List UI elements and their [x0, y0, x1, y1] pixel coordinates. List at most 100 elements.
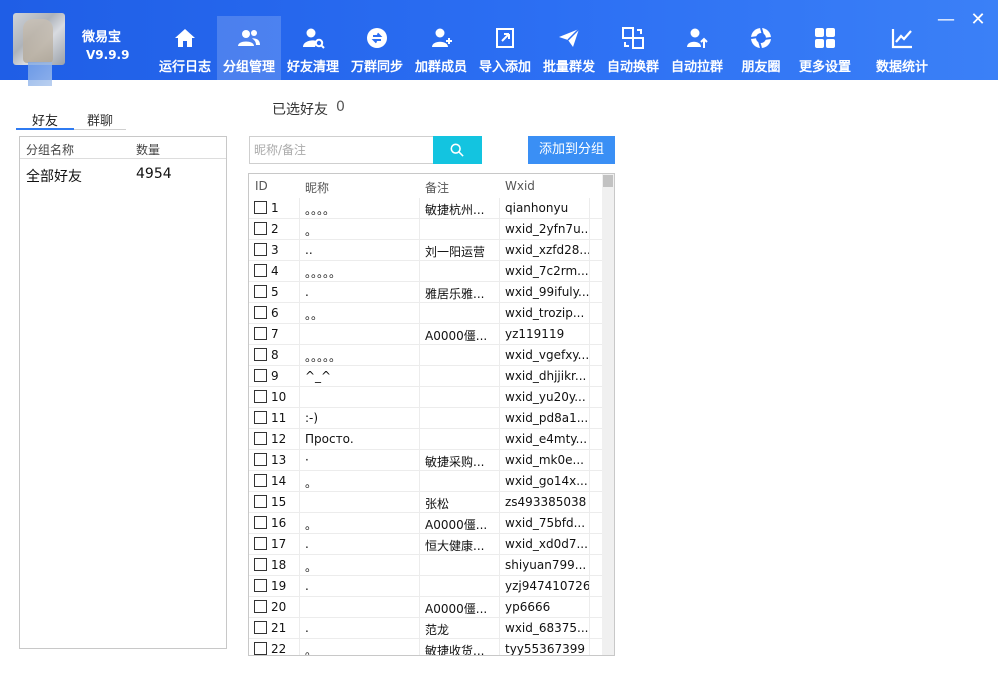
- row-checkbox[interactable]: [254, 222, 267, 235]
- nav-label: 分组管理: [222, 60, 275, 75]
- app-name: 微易宝: [82, 30, 122, 45]
- row-checkbox[interactable]: [254, 474, 267, 487]
- cell-nickname: ..: [305, 243, 313, 257]
- table-row[interactable]: 2 。 wxid_2yfn7u...: [249, 219, 603, 240]
- selected-friends-label: 已选好友: [272, 102, 328, 118]
- header-nickname: 昵称: [305, 181, 330, 195]
- row-checkbox[interactable]: [254, 495, 267, 508]
- nav-item-import-add[interactable]: 导入添加: [473, 16, 537, 80]
- cell-id: 10: [271, 390, 287, 404]
- grid-icon: [813, 26, 837, 50]
- row-checkbox[interactable]: [254, 516, 267, 529]
- nav-item-moments[interactable]: 朋友圈: [729, 16, 793, 80]
- row-checkbox[interactable]: [254, 306, 267, 319]
- avatar[interactable]: [13, 13, 65, 65]
- row-checkbox[interactable]: [254, 201, 267, 214]
- table-row[interactable]: 13 · 敏捷采购... wxid_mk0e...: [249, 450, 603, 471]
- nav-item-run-log[interactable]: 运行日志: [153, 16, 217, 80]
- table-row[interactable]: 3.. 刘一阳运营 wxid_xzfd28...: [249, 240, 603, 261]
- table-row[interactable]: 10 wxid_yu20y...: [249, 387, 603, 408]
- table-scrollbar[interactable]: [602, 174, 614, 655]
- table-row[interactable]: 1 。。。。 敏捷杭州... qianhonyu: [249, 198, 603, 219]
- cell-wxid: wxid_e4mty...: [505, 432, 588, 446]
- cell-id: 7: [271, 327, 279, 341]
- table-row[interactable]: 4 。。。。。 wxid_7c2rm...: [249, 261, 603, 282]
- row-checkbox[interactable]: [254, 369, 267, 382]
- table-row[interactable]: 7 A0000僵... yz119119: [249, 324, 603, 345]
- row-checkbox[interactable]: [254, 579, 267, 592]
- table-row[interactable]: 16 。 A0000僵... wxid_75bfd...: [249, 513, 603, 534]
- nav-item-add-members[interactable]: 加群成员: [409, 16, 473, 80]
- nav-item-bulk-send[interactable]: 批量群发: [537, 16, 601, 80]
- cell-remark: 雅居乐雅...: [425, 287, 485, 301]
- cell-nickname: 。。: [305, 308, 324, 322]
- table-row[interactable]: 6 。。 wxid_trozip...: [249, 303, 603, 324]
- row-checkbox[interactable]: [254, 348, 267, 361]
- row-checkbox[interactable]: [254, 453, 267, 466]
- table-row[interactable]: 14 。 wxid_go14x...: [249, 471, 603, 492]
- table-row[interactable]: 17. 恒大健康... wxid_xd0d7...: [249, 534, 603, 555]
- table-row[interactable]: 19. yzj947410726: [249, 576, 603, 597]
- table-row[interactable]: 8 。。。。。 wxid_vgefxy...: [249, 345, 603, 366]
- cell-nickname: 。: [305, 560, 318, 574]
- table-row[interactable]: 22 。 敏捷收货... tyy55367399: [249, 639, 603, 656]
- cell-nickname: 。: [305, 644, 318, 656]
- scroll-thumb[interactable]: [603, 175, 613, 187]
- cell-wxid: wxid_vgefxy...: [505, 348, 589, 362]
- nav-item-auto-switch[interactable]: 自动换群: [601, 16, 665, 80]
- row-checkbox[interactable]: [254, 390, 267, 403]
- cell-nickname: ·: [305, 453, 309, 467]
- cell-id: 4: [271, 264, 279, 278]
- cell-id: 15: [271, 495, 287, 509]
- cell-wxid: qianhonyu: [505, 201, 569, 215]
- row-checkbox[interactable]: [254, 621, 267, 634]
- table-row[interactable]: 21. 范龙 wxid_68375...: [249, 618, 603, 639]
- cell-wxid: yzj947410726: [505, 579, 589, 593]
- row-checkbox[interactable]: [254, 327, 267, 340]
- group-row[interactable]: 全部好友 4954: [20, 163, 226, 185]
- nav-item-group-sync[interactable]: 万群同步: [345, 16, 409, 80]
- cell-wxid: wxid_xd0d7...: [505, 537, 588, 551]
- cell-id: 19: [271, 579, 287, 593]
- search-input[interactable]: [249, 136, 433, 164]
- cell-nickname: 。。。。。: [305, 266, 342, 280]
- row-checkbox[interactable]: [254, 411, 267, 424]
- nav-item-friend-clean[interactable]: 好友清理: [281, 16, 345, 80]
- row-checkbox[interactable]: [254, 243, 267, 256]
- user-search-icon: [301, 26, 325, 50]
- close-button[interactable]: ✕: [968, 10, 988, 30]
- nav-item-statistics[interactable]: 数据统计: [867, 16, 937, 80]
- table-row[interactable]: 12 Просто. wxid_e4mty...: [249, 429, 603, 450]
- table-row[interactable]: 9 ^_^ wxid_dhjjikr...: [249, 366, 603, 387]
- aperture-icon: [749, 26, 773, 50]
- cell-id: 18: [271, 558, 287, 572]
- nav-label: 自动换群: [606, 60, 659, 75]
- row-checkbox[interactable]: [254, 558, 267, 571]
- nav-label: 批量群发: [542, 60, 595, 75]
- row-checkbox[interactable]: [254, 600, 267, 613]
- minimize-button[interactable]: —: [936, 10, 956, 30]
- nav-label: 朋友圈: [741, 60, 781, 75]
- nav-item-more-settings[interactable]: 更多设置: [793, 16, 857, 80]
- nav-item-auto-pull[interactable]: 自动拉群: [665, 16, 729, 80]
- header-count: 数量: [136, 143, 161, 157]
- friend-table-header: ID 昵称 备注 Wxid: [249, 174, 603, 198]
- row-checkbox[interactable]: [254, 264, 267, 277]
- nav-item-group-manage[interactable]: 分组管理: [217, 16, 281, 80]
- row-checkbox[interactable]: [254, 285, 267, 298]
- row-checkbox[interactable]: [254, 537, 267, 550]
- table-row[interactable]: 18 。 shiyuan799...: [249, 555, 603, 576]
- table-row[interactable]: 15 张松 zs493385038: [249, 492, 603, 513]
- row-checkbox[interactable]: [254, 432, 267, 445]
- table-row[interactable]: 5. 雅居乐雅... wxid_99ifuly...: [249, 282, 603, 303]
- search-button[interactable]: [433, 136, 482, 164]
- tab-friends[interactable]: 好友: [16, 110, 74, 130]
- table-row[interactable]: 20 A0000僵... yp6666: [249, 597, 603, 618]
- row-checkbox[interactable]: [254, 642, 267, 655]
- cell-id: 17: [271, 537, 287, 551]
- tab-group-chats[interactable]: 群聊: [74, 110, 126, 130]
- table-row[interactable]: 11:-) wxid_pd8a1...: [249, 408, 603, 429]
- title-bar: 微易宝 V9.9.9 运行日志 分组管理 好友清理 万群同步 加群成员 导入添加…: [0, 0, 998, 86]
- add-to-group-button[interactable]: 添加到分组: [528, 136, 615, 164]
- cell-wxid: wxid_yu20y...: [505, 390, 586, 404]
